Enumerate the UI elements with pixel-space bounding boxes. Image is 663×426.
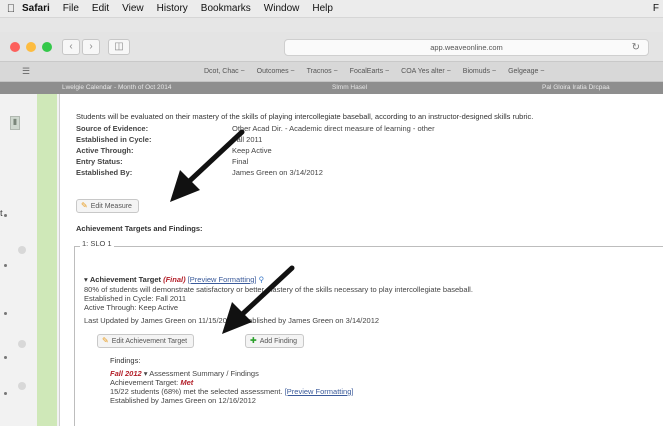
finding-target-label: Achievement Target:	[110, 378, 179, 387]
page-info-mid: Slmm Hasel	[332, 84, 368, 91]
menu-bookmarks[interactable]: Bookmarks	[201, 3, 251, 14]
gutter-tick	[4, 312, 7, 315]
forward-button[interactable]: ›	[82, 39, 100, 55]
gutter-tick	[4, 214, 7, 217]
finding-title: Assessment Summary / Findings	[149, 369, 259, 378]
nav-item-coa[interactable]: COA Yes alter ~	[401, 68, 451, 75]
edit-target-label: Edit Achievement Target	[111, 338, 188, 345]
achievement-heading: Achievement Targets and Findings:	[76, 224, 203, 233]
finding-header: Fall 2012 ▾ Assessment Summary / Finding…	[110, 369, 259, 378]
edit-measure-button[interactable]: ✎ Edit Measure	[76, 199, 139, 213]
finding-established: Established by James Green on 12/16/2012	[110, 396, 256, 405]
browser-toolbar: ‹ › ◫ app.weaveonline.com ↻	[0, 32, 663, 62]
nav-item-focalearts[interactable]: FocalEarts ~	[350, 68, 390, 75]
field-label: Established in Cycle:	[76, 135, 152, 144]
minimize-window-button[interactable]	[26, 42, 36, 52]
gutter-dot	[18, 246, 26, 254]
gutter-dot	[18, 382, 26, 390]
annotation-arrow-target	[222, 265, 295, 334]
field-established-by: Established By: James Green on 3/14/2012	[76, 168, 576, 178]
menu-help[interactable]: Help	[312, 3, 333, 14]
left-gutter: ▮	[0, 94, 60, 426]
finding-target: Achievement Target: Met	[110, 378, 193, 387]
target-established-cycle: Established in Cycle: Fall 2011	[84, 294, 186, 303]
menu-window[interactable]: Window	[264, 3, 300, 14]
field-label: Active Through:	[76, 146, 134, 155]
reload-icon[interactable]: ↻	[632, 40, 640, 55]
field-cycle: Established in Cycle: Fall 2011	[76, 135, 576, 145]
field-source: Source of Evidence: Other Acad Dir. - Ac…	[76, 124, 576, 134]
gutter-tick	[4, 356, 7, 359]
zoom-window-button[interactable]	[42, 42, 52, 52]
findings-label: Findings:	[110, 356, 141, 365]
page-info-right: Pal Gloira Iratia Drcpaa	[542, 84, 610, 91]
menubar-right-item: F	[652, 3, 659, 14]
nav-item-outcomes[interactable]: Outcomes ~	[257, 68, 295, 75]
sidebar-toggle-icon[interactable]: ◫	[108, 39, 130, 55]
annotation-arrow-measure	[170, 129, 245, 202]
pencil-icon: ✎	[81, 201, 88, 210]
collapse-arrow-icon[interactable]: ▾	[144, 369, 148, 378]
measure-description: Students will be evaluated on their mast…	[76, 112, 534, 121]
slo-label: 1: SLO 1	[80, 239, 114, 248]
address-url: app.weaveonline.com	[430, 43, 503, 52]
hamburger-menu-icon[interactable]: ☰	[22, 66, 30, 77]
menu-app-name[interactable]: Safari	[22, 3, 50, 14]
row-marker-icon: ▮	[10, 116, 20, 130]
gutter-tick	[4, 392, 7, 395]
close-window-button[interactable]	[10, 42, 20, 52]
field-label: Source of Evidence:	[76, 124, 149, 133]
nav-item-dcot[interactable]: Dcot, Chac ~	[204, 68, 245, 75]
edge-letter: t	[0, 208, 3, 219]
target-title: Achievement Target	[89, 275, 161, 284]
page-info-left: Lwelgie Calendar - Month of Oct 2014	[62, 84, 172, 91]
gutter-highlight-stripe	[37, 94, 57, 426]
field-label: Entry Status:	[76, 157, 123, 166]
window-title	[0, 18, 663, 32]
finding-detail: 15/22 students (68%) met the selected as…	[110, 387, 353, 396]
collapse-arrow-icon[interactable]: ▾	[84, 275, 88, 284]
menu-view[interactable]: View	[122, 3, 144, 14]
menu-edit[interactable]: Edit	[92, 3, 109, 14]
nav-item-gelgeage[interactable]: Gelgeage ~	[508, 68, 544, 75]
gutter-tick	[4, 264, 7, 267]
address-bar[interactable]: app.weaveonline.com ↻	[284, 39, 649, 56]
measure-content: Students will be evaluated on their mast…	[66, 94, 663, 426]
apple-icon[interactable]: 	[0, 3, 22, 15]
target-status: (Final)	[163, 275, 186, 284]
back-button[interactable]: ‹	[62, 39, 80, 55]
edit-measure-label: Edit Measure	[90, 203, 132, 210]
finding-cycle: Fall 2012	[110, 369, 142, 378]
field-label: Established By:	[76, 168, 133, 177]
menu-file[interactable]: File	[63, 3, 79, 14]
finding-detail-text: 15/22 students (68%) met the selected as…	[110, 387, 283, 396]
edit-achievement-target-button[interactable]: ✎ Edit Achievement Target	[97, 334, 195, 348]
finding-target-value: Met	[180, 378, 194, 387]
gutter-dot	[18, 340, 26, 348]
nav-item-tracnos[interactable]: Tracnos ~	[307, 68, 338, 75]
target-active-through: Active Through: Keep Active	[84, 303, 179, 312]
app-top-nav: ☰ Dcot, Chac ~ Outcomes ~ Tracnos ~ Foca…	[0, 62, 663, 82]
finding-preview-link[interactable]: [Preview Formatting]	[285, 387, 354, 396]
macos-menubar:  Safari File Edit View History Bookmark…	[0, 0, 663, 18]
field-entry-status: Entry Status: Final	[76, 157, 576, 167]
app-nav-items: Dcot, Chac ~ Outcomes ~ Tracnos ~ FocalE…	[204, 68, 556, 75]
menu-history[interactable]: History	[157, 3, 188, 14]
pencil-icon: ✎	[102, 336, 109, 345]
field-value: Other Acad Dir. - Academic direct measur…	[232, 124, 435, 133]
nav-item-biomuds[interactable]: Biomuds ~	[463, 68, 496, 75]
field-active-through: Active Through: Keep Active	[76, 146, 576, 156]
page-info-bar: Lwelgie Calendar - Month of Oct 2014 Slm…	[0, 82, 663, 94]
